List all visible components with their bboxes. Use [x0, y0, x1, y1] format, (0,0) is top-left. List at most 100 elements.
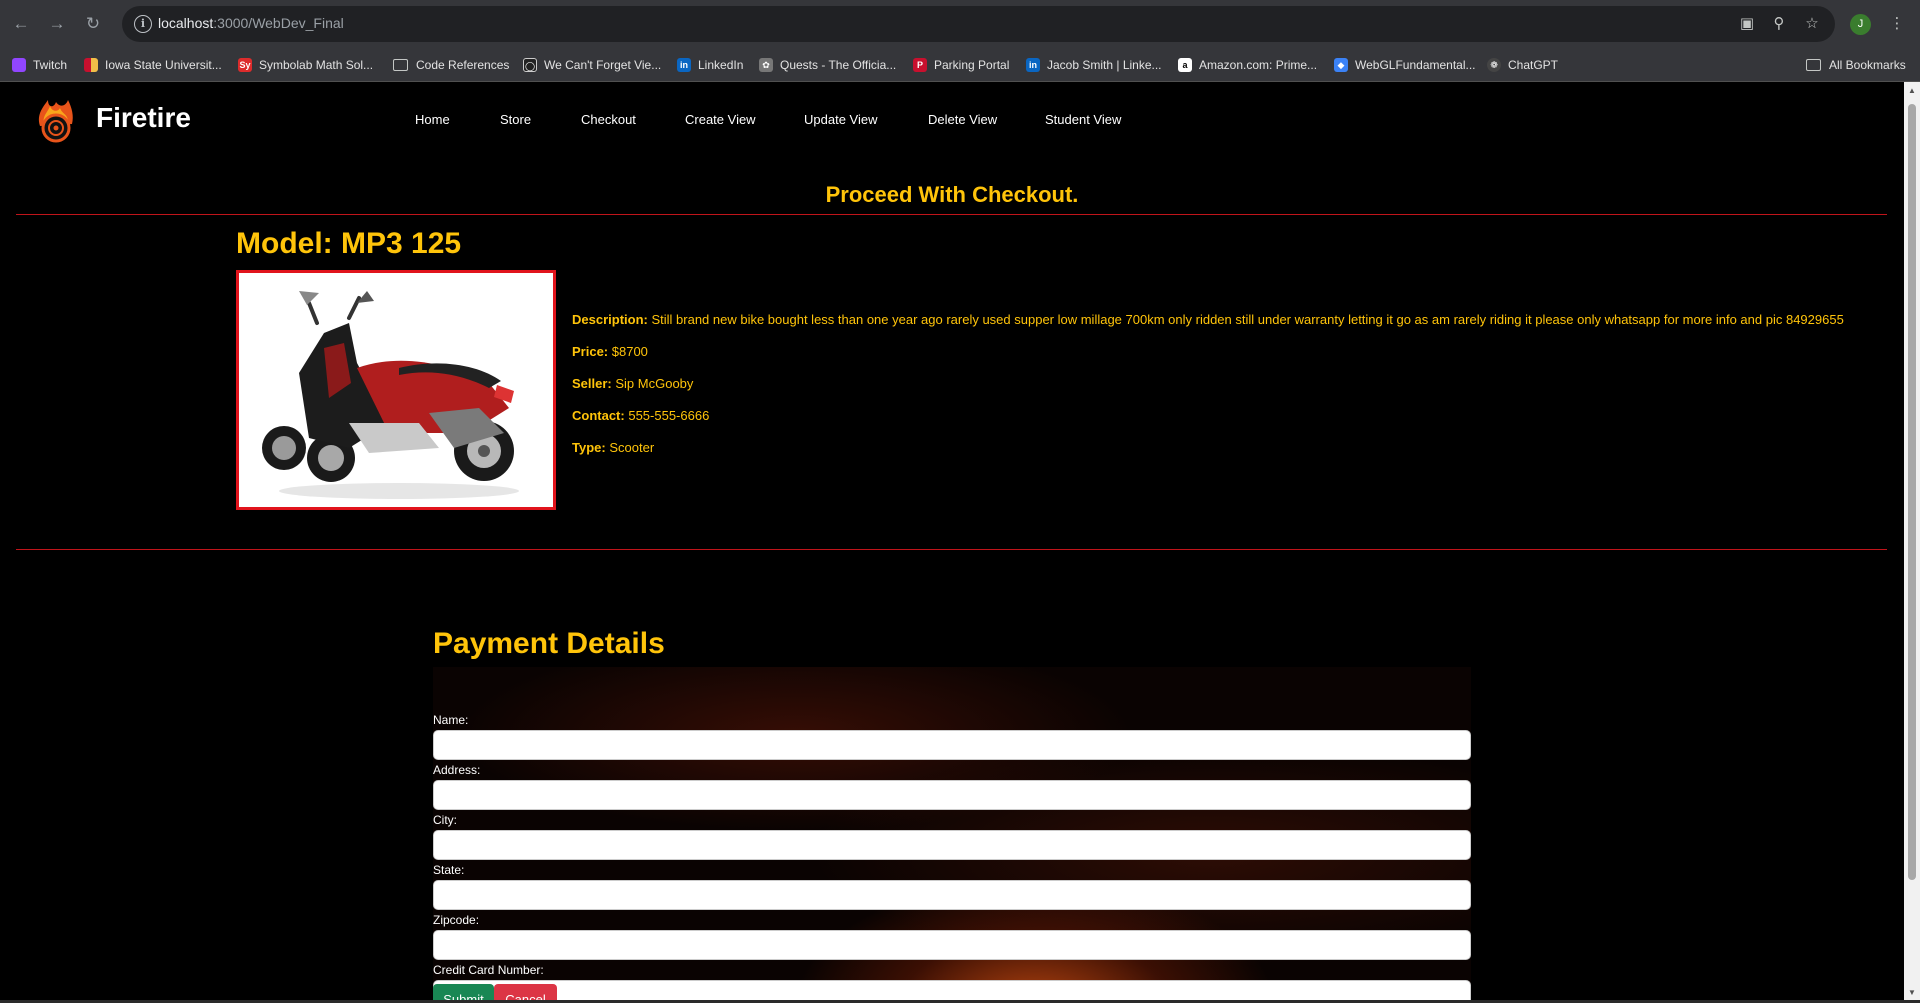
bookmark-amazon[interactable]: a Amazon.com: Prime... — [1178, 55, 1317, 75]
nav-create-view[interactable]: Create View — [685, 112, 756, 127]
type-row: Type: Scooter — [572, 440, 654, 455]
url-path: :3000/WebDev_Final — [213, 15, 344, 31]
price-label: Price: — [572, 344, 609, 359]
bookmark-label: Symbolab Math Sol... — [259, 58, 374, 72]
address-input[interactable] — [433, 780, 1471, 810]
contact-value: 555-555-6666 — [628, 408, 710, 423]
scrollbar-thumb[interactable] — [1908, 104, 1916, 880]
install-app-icon[interactable]: ▣ — [1736, 13, 1758, 35]
type-label: Type: — [572, 440, 606, 455]
type-value: Scooter — [609, 440, 655, 455]
city-input[interactable] — [433, 830, 1471, 860]
seller-label: Seller: — [572, 376, 612, 391]
wcf-icon: ◯ — [523, 58, 537, 72]
folder-icon — [1806, 59, 1821, 71]
bookmark-quests[interactable]: ✿ Quests - The Officia... — [759, 55, 896, 75]
state-input[interactable] — [433, 880, 1471, 910]
bookmark-twitch[interactable]: Twitch — [12, 55, 67, 75]
bookmark-label: Twitch — [33, 58, 68, 72]
nav-checkout[interactable]: Checkout — [581, 112, 636, 127]
description-row: Description: Still brand new bike bought… — [572, 312, 1844, 327]
address-bar[interactable]: i localhost:3000/WebDev_Final — [122, 6, 1835, 42]
back-icon[interactable]: ← — [8, 11, 34, 37]
model-title: Model: MP3 125 — [236, 227, 462, 260]
bookmark-label: Jacob Smith | Linke... — [1047, 58, 1162, 72]
zipcode-label: Zipcode: — [433, 913, 480, 927]
isu-icon — [84, 58, 98, 72]
bookmark-wcf[interactable]: ◯ We Can't Forget Vie... — [523, 55, 661, 75]
all-bookmarks[interactable]: All Bookmarks — [1806, 55, 1906, 75]
bookmark-iowa-state[interactable]: Iowa State Universit... — [84, 55, 222, 75]
parking-icon: P — [913, 58, 927, 72]
bookmark-label: Parking Portal — [934, 58, 1010, 72]
divider-bottom — [16, 549, 1887, 550]
firetire-logo-icon — [38, 100, 73, 143]
bookmark-label: Quests - The Officia... — [780, 58, 897, 72]
bookmark-chatgpt[interactable]: ❁ ChatGPT — [1487, 55, 1558, 75]
seller-value: Sip McGooby — [615, 376, 694, 391]
payment-title: Payment Details — [433, 627, 665, 660]
bookmark-symbolab[interactable]: Sy Symbolab Math Sol... — [238, 55, 373, 75]
brand-name[interactable]: Firetire — [96, 102, 191, 134]
url-text[interactable]: localhost:3000/WebDev_Final — [158, 15, 344, 31]
reload-icon[interactable]: ↻ — [80, 11, 106, 37]
bookmarks-bar: Twitch Iowa State Universit... Sy Symbola… — [0, 48, 1920, 82]
zoom-icon[interactable]: ⚲ — [1768, 13, 1790, 35]
page-scrollbar[interactable]: ▲ ▼ — [1904, 82, 1920, 1003]
payment-form: Payment Details Name: Address: City: Sta… — [433, 627, 1471, 1003]
bookmark-parking-portal[interactable]: P Parking Portal — [913, 55, 1009, 75]
contact-label: Contact: — [572, 408, 625, 423]
nav-student-view[interactable]: Student View — [1045, 112, 1121, 127]
seller-row: Seller: Sip McGooby — [572, 376, 693, 391]
bookmark-jacob-linkedin[interactable]: in Jacob Smith | Linke... — [1026, 55, 1162, 75]
credit-card-label: Credit Card Number: — [433, 963, 544, 977]
bookmark-label: LinkedIn — [698, 58, 744, 72]
site-info-icon[interactable]: i — [134, 15, 152, 33]
profile-avatar[interactable]: J — [1850, 14, 1871, 35]
chatgpt-icon: ❁ — [1487, 58, 1501, 72]
web-page: Firetire Home Store Checkout Create View… — [0, 82, 1904, 1003]
symbolab-icon: Sy — [238, 58, 252, 72]
linkedin-icon: in — [1026, 58, 1040, 72]
name-input[interactable] — [433, 730, 1471, 760]
webgl-icon: ◆ — [1334, 58, 1348, 72]
price-value: $8700 — [611, 344, 648, 359]
twitch-icon — [12, 58, 26, 72]
nav-store[interactable]: Store — [500, 112, 531, 127]
zipcode-input[interactable] — [433, 930, 1471, 960]
folder-icon — [393, 59, 408, 71]
linkedin-icon: in — [677, 58, 691, 72]
name-label: Name: — [433, 713, 469, 727]
bookmark-label: WebGLFundamental... — [1355, 58, 1476, 72]
scroll-up-icon[interactable]: ▲ — [1907, 86, 1917, 95]
forward-icon[interactable]: → — [44, 11, 70, 37]
nav-delete-view[interactable]: Delete View — [928, 112, 997, 127]
bookmark-label: Code References — [416, 58, 510, 72]
address-label: Address: — [433, 763, 481, 777]
all-bookmarks-label: All Bookmarks — [1829, 58, 1906, 72]
bookmark-linkedin[interactable]: in LinkedIn — [677, 55, 743, 75]
city-label: City: — [433, 813, 457, 827]
checkout-title: Proceed With Checkout. — [825, 182, 1079, 207]
contact-row: Contact: 555-555-6666 — [572, 408, 709, 423]
quests-icon: ✿ — [759, 58, 773, 72]
divider-top — [16, 214, 1887, 215]
nav-update-view[interactable]: Update View — [804, 112, 877, 127]
bookmark-label: Iowa State Universit... — [105, 58, 222, 72]
menu-kebab-icon[interactable]: ⋮ — [1886, 13, 1908, 35]
browser-toolbar: ← → ↻ i localhost:3000/WebDev_Final ▣ ⚲ … — [0, 0, 1920, 48]
price-row: Price: $8700 — [572, 344, 648, 359]
scooter-image — [236, 270, 556, 510]
scroll-down-icon[interactable]: ▼ — [1907, 988, 1917, 997]
state-label: State: — [433, 863, 465, 877]
bookmark-code-references[interactable]: Code References — [393, 55, 509, 75]
url-host: localhost — [158, 15, 214, 31]
bookmark-label: We Can't Forget Vie... — [544, 58, 662, 72]
description-label: Description: — [572, 312, 648, 327]
nav-home[interactable]: Home — [415, 112, 450, 127]
bookmark-label: Amazon.com: Prime... — [1199, 58, 1318, 72]
bookmark-webgl[interactable]: ◆ WebGLFundamental... — [1334, 55, 1476, 75]
bookmark-label: ChatGPT — [1508, 58, 1559, 72]
description-value: Still brand new bike bought less than on… — [651, 312, 1844, 327]
bookmark-star-icon[interactable]: ☆ — [1801, 13, 1823, 35]
